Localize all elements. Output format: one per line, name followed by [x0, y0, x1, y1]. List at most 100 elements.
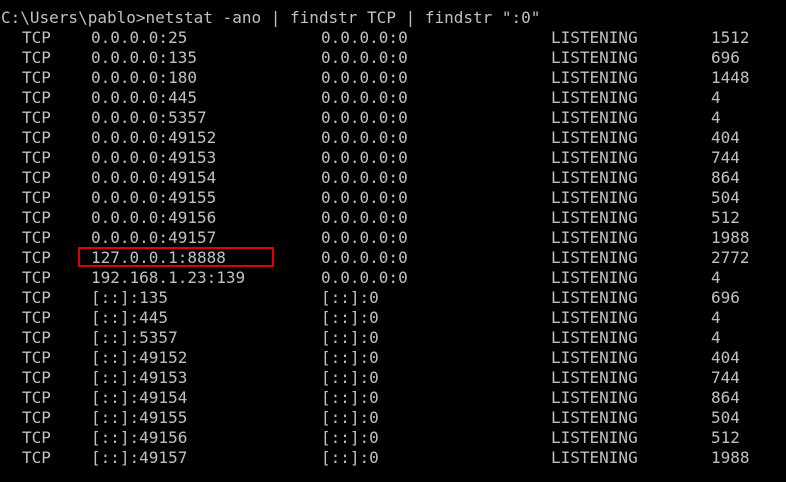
pid-cell: 864: [711, 168, 740, 187]
foreign-address-cell: 0.0.0.0:0: [321, 168, 408, 187]
state-cell: LISTENING: [551, 188, 638, 207]
state-cell: LISTENING: [551, 308, 638, 327]
state-cell: LISTENING: [551, 408, 638, 427]
state-cell: LISTENING: [551, 68, 638, 87]
foreign-address-cell: [::]:0: [321, 328, 379, 347]
foreign-address-cell: 0.0.0.0:0: [321, 128, 408, 147]
protocol-cell: TCP: [22, 308, 51, 327]
pid-cell: 744: [711, 148, 740, 167]
local-address-cell: 0.0.0.0:49152: [91, 128, 217, 147]
foreign-address-cell: [::]:0: [321, 448, 379, 467]
local-address-cell: 0.0.0.0:5357: [91, 108, 207, 127]
local-address-cell: 0.0.0.0:445: [91, 88, 197, 107]
protocol-cell: TCP: [22, 68, 51, 87]
state-cell: LISTENING: [551, 168, 638, 187]
pid-cell: 696: [711, 48, 740, 67]
state-cell: LISTENING: [551, 248, 638, 267]
foreign-address-cell: 0.0.0.0:0: [321, 148, 408, 167]
pid-cell: 1448: [711, 68, 750, 87]
state-cell: LISTENING: [551, 88, 638, 107]
local-address-cell: [::]:49155: [91, 408, 188, 427]
protocol-cell: TCP: [22, 268, 51, 287]
state-cell: LISTENING: [551, 108, 638, 127]
command-prompt-line: C:\Users\pablo>netstat -ano | findstr TC…: [1, 8, 541, 27]
foreign-address-cell: [::]:0: [321, 408, 379, 427]
state-cell: LISTENING: [551, 208, 638, 227]
local-address-cell: 192.168.1.23:139: [91, 268, 246, 287]
terminal-window[interactable]: C:\Users\pablo>netstat -ano | findstr TC…: [0, 0, 786, 482]
protocol-cell: TCP: [22, 168, 51, 187]
protocol-cell: TCP: [22, 348, 51, 367]
foreign-address-cell: 0.0.0.0:0: [321, 248, 408, 267]
foreign-address-cell: [::]:0: [321, 288, 379, 307]
highlight-box: [78, 247, 274, 267]
local-address-cell: [::]:445: [91, 308, 169, 327]
foreign-address-cell: [::]:0: [321, 348, 379, 367]
pid-cell: 1988: [711, 448, 750, 467]
protocol-cell: TCP: [22, 188, 51, 207]
state-cell: LISTENING: [551, 28, 638, 47]
protocol-cell: TCP: [22, 388, 51, 407]
pid-cell: 4: [711, 88, 721, 107]
protocol-cell: TCP: [22, 328, 51, 347]
local-address-cell: 0.0.0.0:180: [91, 68, 197, 87]
protocol-cell: TCP: [22, 128, 51, 147]
foreign-address-cell: 0.0.0.0:0: [321, 68, 408, 87]
protocol-cell: TCP: [22, 408, 51, 427]
foreign-address-cell: 0.0.0.0:0: [321, 108, 408, 127]
state-cell: LISTENING: [551, 428, 638, 447]
protocol-cell: TCP: [22, 288, 51, 307]
state-cell: LISTENING: [551, 228, 638, 247]
state-cell: LISTENING: [551, 268, 638, 287]
foreign-address-cell: 0.0.0.0:0: [321, 188, 408, 207]
state-cell: LISTENING: [551, 388, 638, 407]
pid-cell: 404: [711, 128, 740, 147]
state-cell: LISTENING: [551, 288, 638, 307]
pid-cell: 1512: [711, 28, 750, 47]
foreign-address-cell: 0.0.0.0:0: [321, 268, 408, 287]
pid-cell: 404: [711, 348, 740, 367]
pid-cell: 4: [711, 328, 721, 347]
state-cell: LISTENING: [551, 448, 638, 467]
pid-cell: 4: [711, 268, 721, 287]
state-cell: LISTENING: [551, 368, 638, 387]
protocol-cell: TCP: [22, 448, 51, 467]
protocol-cell: TCP: [22, 108, 51, 127]
local-address-cell: [::]:49156: [91, 428, 188, 447]
foreign-address-cell: [::]:0: [321, 308, 379, 327]
protocol-cell: TCP: [22, 48, 51, 67]
protocol-cell: TCP: [22, 148, 51, 167]
foreign-address-cell: [::]:0: [321, 368, 379, 387]
state-cell: LISTENING: [551, 48, 638, 67]
local-address-cell: 0.0.0.0:135: [91, 48, 197, 67]
protocol-cell: TCP: [22, 228, 51, 247]
local-address-cell: 0.0.0.0:49153: [91, 148, 217, 167]
protocol-cell: TCP: [22, 208, 51, 227]
pid-cell: 1988: [711, 228, 750, 247]
local-address-cell: 0.0.0.0:25: [91, 28, 188, 47]
protocol-cell: TCP: [22, 28, 51, 47]
local-address-cell: [::]:49154: [91, 388, 188, 407]
pid-cell: 744: [711, 368, 740, 387]
foreign-address-cell: 0.0.0.0:0: [321, 28, 408, 47]
local-address-cell: [::]:135: [91, 288, 169, 307]
foreign-address-cell: 0.0.0.0:0: [321, 48, 408, 67]
state-cell: LISTENING: [551, 148, 638, 167]
pid-cell: 2772: [711, 248, 750, 267]
state-cell: LISTENING: [551, 128, 638, 147]
local-address-cell: 0.0.0.0:49155: [91, 188, 217, 207]
state-cell: LISTENING: [551, 348, 638, 367]
local-address-cell: 0.0.0.0:49156: [91, 208, 217, 227]
pid-cell: 4: [711, 308, 721, 327]
foreign-address-cell: 0.0.0.0:0: [321, 228, 408, 247]
pid-cell: 504: [711, 408, 740, 427]
protocol-cell: TCP: [22, 88, 51, 107]
foreign-address-cell: 0.0.0.0:0: [321, 208, 408, 227]
local-address-cell: [::]:5357: [91, 328, 178, 347]
foreign-address-cell: [::]:0: [321, 428, 379, 447]
local-address-cell: 0.0.0.0:49154: [91, 168, 217, 187]
local-address-cell: 0.0.0.0:49157: [91, 228, 217, 247]
protocol-cell: TCP: [22, 368, 51, 387]
pid-cell: 512: [711, 428, 740, 447]
pid-cell: 864: [711, 388, 740, 407]
